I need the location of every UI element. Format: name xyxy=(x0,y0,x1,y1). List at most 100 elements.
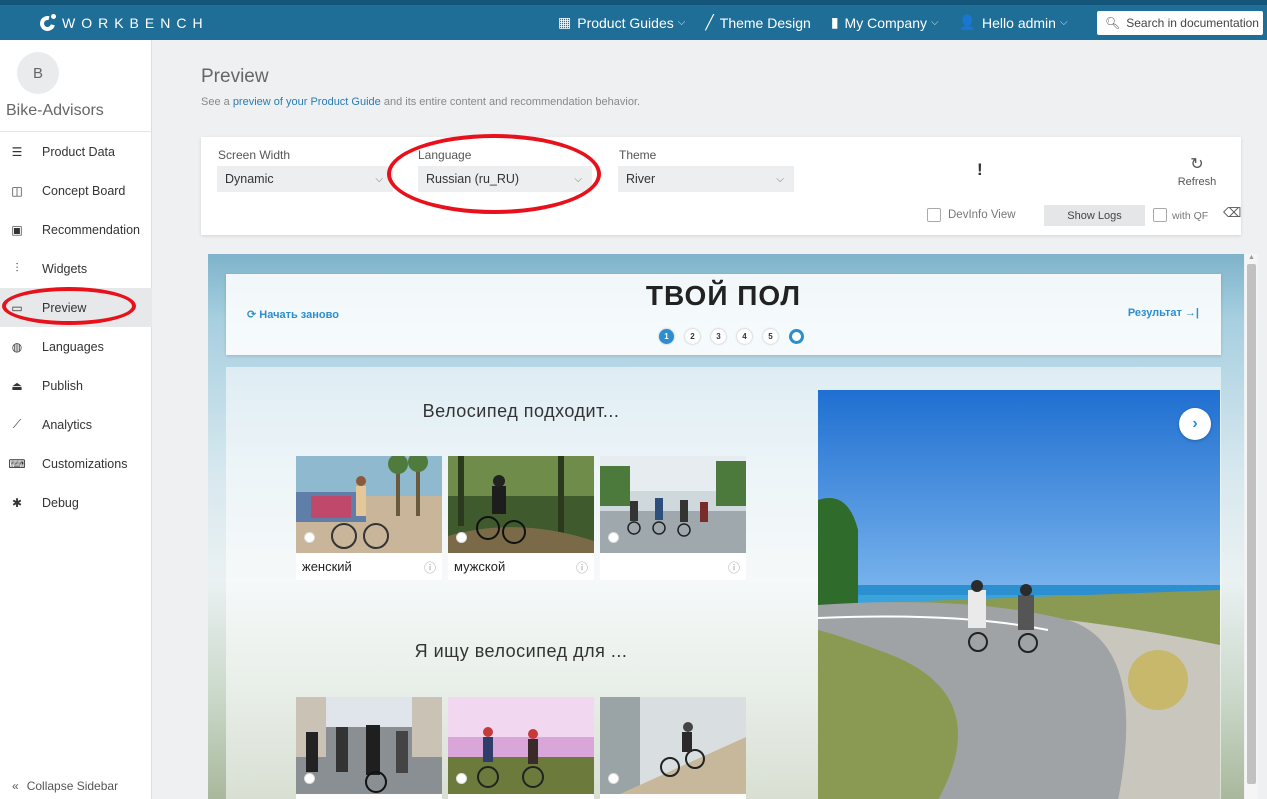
bmx-rider-image xyxy=(600,697,746,794)
eraser-icon[interactable]: ⌫ xyxy=(1223,205,1241,221)
step-5[interactable]: 5 xyxy=(763,329,778,344)
chevron-right-icon: › xyxy=(1192,415,1198,432)
refresh-button[interactable]: ↻ Refresh xyxy=(1167,154,1227,188)
step-3[interactable]: 3 xyxy=(711,329,726,344)
arrow-to-end-icon: →| xyxy=(1181,307,1199,319)
sidebar-item-recommendation[interactable]: ▣ Recommendation xyxy=(0,210,152,249)
screen-width-label: Screen Width xyxy=(218,148,291,162)
brand-name: WORKBENCH xyxy=(62,14,209,31)
option-card-male[interactable]: мужской ⓘ xyxy=(448,456,594,580)
chevron-down-icon: ⌵ xyxy=(776,173,784,185)
bug-icon: ✱ xyxy=(11,495,23,510)
screen-width-select[interactable]: Dynamic ⌵ xyxy=(217,166,393,192)
step-2[interactable]: 2 xyxy=(685,329,700,344)
product-guide-preview-link[interactable]: preview of your Product Guide xyxy=(233,96,381,108)
info-icon[interactable]: ⓘ xyxy=(728,559,740,576)
nav-my-company[interactable]: ▮ My Company ⌵ xyxy=(831,14,939,31)
scroll-up-icon[interactable]: ▲ xyxy=(1248,254,1255,261)
info-icon[interactable]: ⓘ xyxy=(576,559,588,576)
sidebar-item-languages[interactable]: ◍ Languages xyxy=(0,327,152,366)
nav-theme-design[interactable]: ╱ Theme Design xyxy=(705,14,810,31)
result-label: Результат xyxy=(1127,307,1182,319)
brand[interactable]: WORKBENCH xyxy=(37,12,209,34)
option-card-female[interactable]: женский ⓘ xyxy=(296,456,442,580)
theme-select[interactable]: River ⌵ xyxy=(618,166,794,192)
question-1-text: Велосипед подходит... xyxy=(422,401,620,421)
double-chevron-left-icon: « xyxy=(12,779,19,793)
option-radio[interactable] xyxy=(608,773,619,784)
sidebar-item-customizations[interactable]: ⌨ Customizations xyxy=(0,444,152,483)
option-card-city[interactable] xyxy=(296,697,442,799)
database-icon: ☰ xyxy=(11,144,23,159)
nav-theme-design-label: Theme Design xyxy=(719,14,811,31)
next-slide-button[interactable]: › xyxy=(1179,408,1211,440)
language-select[interactable]: Russian (ru_RU) ⌵ xyxy=(418,166,592,192)
language-value: Russian (ru_RU) xyxy=(426,172,520,186)
city-street-image xyxy=(296,697,442,794)
company-name: Bike-Advisors xyxy=(6,102,104,119)
chevron-down-icon: ⌵ xyxy=(375,173,383,185)
briefcase-icon: ▮ xyxy=(830,14,839,30)
refresh-label: Refresh xyxy=(1177,176,1217,188)
option-radio[interactable] xyxy=(456,773,467,784)
step-1[interactable]: 1 xyxy=(659,329,674,344)
search-input[interactable]: 🔍︎ Search in documentation xyxy=(1097,11,1263,35)
option-card-sport[interactable] xyxy=(600,697,746,799)
sidebar-item-debug[interactable]: ✱ Debug xyxy=(0,483,152,522)
question-2-text: Я ищу велосипед для ... xyxy=(414,641,628,661)
sidebar-item-label: Widgets xyxy=(42,261,88,276)
theme-value: River xyxy=(626,172,656,186)
sidebar-item-label: Customizations xyxy=(42,456,128,471)
sidebar-item-label: Product Data xyxy=(42,144,115,159)
question-header: ⟳ Начать заново ТВОЙ ПОЛ 1 2 3 4 5 Резул… xyxy=(226,274,1221,355)
nav-my-company-label: My Company xyxy=(844,14,927,31)
option-card-unisex[interactable]: ⓘ xyxy=(600,456,746,580)
preview-scrollbar[interactable]: ▲ xyxy=(1245,254,1258,799)
sidebar-item-widgets[interactable]: ⫶ Widgets xyxy=(0,249,152,288)
option-radio[interactable] xyxy=(608,532,619,543)
nav-user-menu[interactable]: 👤 Hello admin ⌵ xyxy=(959,14,1068,31)
product-guide-preview: ⟳ Начать заново ТВОЙ ПОЛ 1 2 3 4 5 Резул… xyxy=(208,254,1244,799)
language-label: Language xyxy=(418,148,472,162)
option-radio[interactable] xyxy=(304,773,315,784)
show-logs-button[interactable]: Show Logs xyxy=(1044,205,1145,226)
option-radio[interactable] xyxy=(304,532,315,543)
result-step-icon[interactable] xyxy=(789,329,804,344)
result-button[interactable]: Результат →| xyxy=(1128,307,1199,319)
sidebar-item-product-data[interactable]: ☰ Product Data xyxy=(0,132,152,171)
gift-icon: ▣ xyxy=(11,222,23,237)
devinfo-view-checkbox[interactable] xyxy=(927,208,941,222)
with-qf-checkbox[interactable] xyxy=(1153,208,1167,222)
sidebar-item-label: Publish xyxy=(42,378,83,393)
question-title: ТВОЙ ПОЛ xyxy=(645,280,802,311)
nav-product-guides[interactable]: ▦ Product Guides ⌵ xyxy=(558,14,685,31)
grid-icon: ▦ xyxy=(558,14,572,30)
sidebar-item-analytics[interactable]: ⟋ Analytics xyxy=(0,405,152,444)
theme-label: Theme xyxy=(619,148,657,162)
sidebar-item-concept-board[interactable]: ◫ Concept Board xyxy=(0,171,152,210)
subtitle-text: See a xyxy=(201,96,233,108)
group-cyclists-image xyxy=(600,456,746,553)
kids-cycling-image xyxy=(448,697,594,794)
monitor-icon: ▭ xyxy=(11,300,23,315)
sidebar-item-label: Analytics xyxy=(42,417,93,432)
step-4[interactable]: 4 xyxy=(737,329,752,344)
subtitle-text: and its entire content and recommendatio… xyxy=(380,96,641,108)
sidebar-item-preview[interactable]: ▭ Preview xyxy=(0,288,152,327)
option-label: женский xyxy=(302,559,352,574)
info-icon[interactable]: ⓘ xyxy=(424,559,436,576)
sidebar-item-label: Concept Board xyxy=(42,183,126,198)
warning-icon[interactable]: ! xyxy=(977,160,983,180)
user-icon: 👤 xyxy=(958,14,977,30)
screen-width-value: Dynamic xyxy=(225,172,274,186)
sidebar-item-publish[interactable]: ⏏ Publish xyxy=(0,366,152,405)
collapse-sidebar-button[interactable]: « Collapse Sidebar xyxy=(12,779,118,793)
avatar[interactable]: B xyxy=(17,52,59,94)
page-subtitle: See a preview of your Product Guide and … xyxy=(201,96,640,108)
option-card-leisure[interactable] xyxy=(448,697,594,799)
option-radio[interactable] xyxy=(456,532,467,543)
scrollbar-thumb[interactable] xyxy=(1247,264,1256,784)
coastal-road-cyclists-image xyxy=(818,390,1220,799)
sidebar-item-label: Preview xyxy=(42,300,87,315)
page-title: Preview xyxy=(201,66,269,87)
